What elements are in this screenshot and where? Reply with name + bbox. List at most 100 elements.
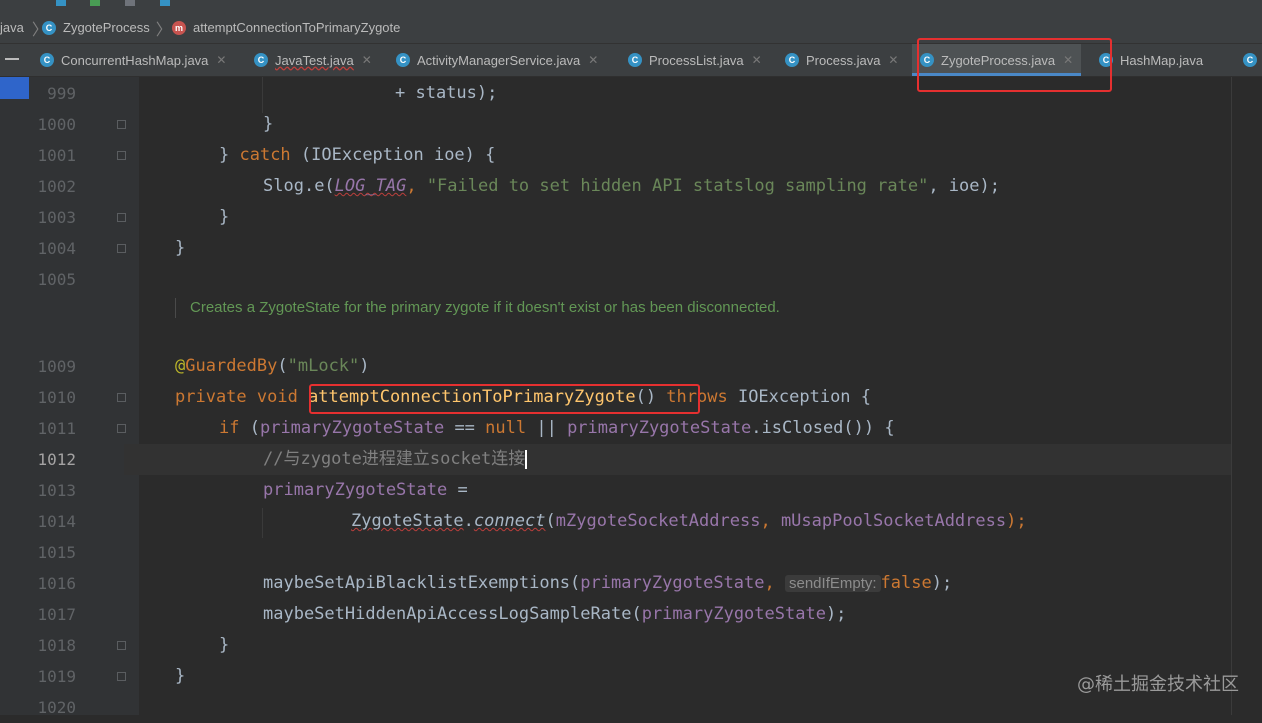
- fold-marker-icon[interactable]: [117, 244, 126, 253]
- code-line-1009[interactable]: @GuardedBy("mLock"): [175, 351, 370, 382]
- breadcrumb-item-method[interactable]: m attemptConnectionToPrimaryZygote: [172, 12, 400, 43]
- field-ref: primaryZygoteState: [641, 604, 826, 624]
- tab-javatest[interactable]: C JavaTest.java ✕: [254, 44, 372, 76]
- code-line-1011[interactable]: if (primaryZygoteState == null || primar…: [219, 413, 895, 444]
- code-text: ==: [444, 418, 486, 438]
- keyword-catch: catch: [239, 145, 291, 165]
- code-text: );: [1006, 511, 1027, 531]
- class-ref: ZygoteState: [351, 511, 464, 531]
- class-icon: C: [628, 53, 642, 67]
- method-icon: m: [172, 20, 186, 35]
- code-line-1004[interactable]: }: [175, 233, 185, 264]
- static-method: connect: [473, 511, 546, 531]
- breadcrumb-item-file[interactable]: java 〉: [0, 12, 48, 43]
- code-text: + status);: [395, 83, 498, 103]
- close-icon[interactable]: ✕: [888, 53, 898, 67]
- close-icon[interactable]: ✕: [362, 53, 372, 67]
- code-line-999[interactable]: + status);: [395, 78, 497, 109]
- keyword-false: false: [880, 573, 932, 593]
- code-line-1000[interactable]: }: [263, 109, 273, 140]
- breadcrumb-item-class[interactable]: C ZygoteProcess 〉: [42, 12, 172, 43]
- toolbar-icon[interactable]: [125, 0, 135, 6]
- fold-marker-icon[interactable]: [117, 641, 126, 650]
- line-number: 1002: [37, 177, 76, 196]
- close-icon[interactable]: ✕: [752, 53, 762, 67]
- fold-marker-icon[interactable]: [117, 393, 126, 402]
- highlight-box-tab: [917, 38, 1112, 92]
- code-text: }: [175, 666, 186, 686]
- field-ref: mUsapPoolSocketAddress: [780, 511, 1007, 531]
- collapse-icon[interactable]: [5, 58, 19, 60]
- indent-guide: [262, 508, 263, 538]
- tab-label: ConcurrentHashMap.java: [61, 52, 209, 68]
- code-text: ): [359, 356, 370, 376]
- code-text: e(: [314, 176, 335, 196]
- line-number: 1003: [37, 208, 76, 227]
- line-number: 1018: [37, 636, 76, 655]
- tab-concurrenthashmap[interactable]: C ConcurrentHashMap.java ✕: [40, 44, 226, 76]
- tab-label: Process.java: [806, 52, 881, 68]
- javadoc-text: Creates a ZygoteState for the primary zy…: [190, 299, 780, 316]
- line-number: 1019: [37, 667, 76, 686]
- line-number: 1000: [37, 115, 76, 134]
- breadcrumb-label: ZygoteProcess: [63, 20, 150, 35]
- code-text: );: [825, 604, 847, 624]
- tab-process[interactable]: C Process.java ✕: [785, 44, 898, 76]
- field-ref: primaryZygoteState: [259, 418, 445, 438]
- code-text: }: [219, 145, 240, 165]
- code-text: IOException {: [737, 387, 872, 407]
- fold-marker-icon[interactable]: [117, 151, 126, 160]
- fold-marker-icon[interactable]: [117, 120, 126, 129]
- code-line-1012[interactable]: //与zygote进程建立socket连接: [263, 444, 528, 475]
- code-line-1018[interactable]: }: [219, 630, 229, 661]
- text-caret: [525, 449, 528, 469]
- line-number-current: 1012: [37, 450, 76, 469]
- active-tool-indicator: [0, 77, 29, 99]
- line-number: 1011: [37, 419, 76, 438]
- code-text: );: [931, 573, 953, 593]
- toolbar-icon[interactable]: [56, 0, 66, 6]
- tool-window-strip: [0, 77, 29, 715]
- method-call: maybeSetApiBlacklistExemptions(: [263, 573, 581, 593]
- tab-hashmap[interactable]: C HashMap.java: [1099, 44, 1203, 76]
- line-number: 1009: [37, 357, 76, 376]
- tab-overflow[interactable]: C: [1243, 44, 1262, 76]
- line-number: 1001: [37, 146, 76, 165]
- keyword-modifiers: private void: [175, 387, 309, 407]
- code-line-1014[interactable]: ZygoteState.connect(mZygoteSocketAddress…: [351, 506, 1027, 537]
- string-literal: "mLock": [287, 356, 360, 376]
- line-number: 1010: [37, 388, 76, 407]
- fold-marker-icon[interactable]: [117, 672, 126, 681]
- line-number: 1014: [37, 512, 76, 531]
- code-line-1013[interactable]: primaryZygoteState =: [263, 475, 468, 506]
- code-line-1017[interactable]: maybeSetHiddenApiAccessLogSampleRate(pri…: [263, 599, 846, 630]
- class-icon: C: [254, 53, 268, 67]
- tab-activitymanagerservice[interactable]: C ActivityManagerService.java ✕: [396, 44, 598, 76]
- code-line-1001[interactable]: } catch (IOException ioe) {: [219, 140, 495, 171]
- fold-marker-icon[interactable]: [117, 424, 126, 433]
- field-ref: primaryZygoteState: [263, 480, 448, 500]
- line-number: 999: [47, 84, 76, 103]
- line-number: 1020: [37, 698, 76, 717]
- toolbar-icon[interactable]: [90, 0, 100, 6]
- tab-processlist[interactable]: C ProcessList.java ✕: [628, 44, 762, 76]
- static-field: LOG_TAG: [334, 176, 407, 196]
- fold-marker-icon[interactable]: [117, 213, 126, 222]
- code-text: .: [463, 511, 474, 531]
- class-icon: C: [396, 53, 410, 67]
- watermark: @稀土掘金技术社区: [1077, 674, 1239, 695]
- toolbar-icon[interactable]: [160, 0, 170, 6]
- line-number: 1004: [37, 239, 76, 258]
- code-text: .isClosed()) {: [751, 418, 895, 438]
- code-text: }: [175, 238, 186, 258]
- code-line-1002[interactable]: Slog.e(LOG_TAG, "Failed to set hidden AP…: [263, 171, 1000, 202]
- close-icon[interactable]: ✕: [216, 53, 226, 67]
- class-icon: C: [40, 53, 54, 67]
- breadcrumb-label: java: [0, 20, 24, 35]
- keyword-null: null: [485, 418, 527, 438]
- close-icon[interactable]: ✕: [588, 53, 598, 67]
- code-line-1003[interactable]: }: [219, 202, 229, 233]
- code-line-1019[interactable]: }: [175, 661, 185, 692]
- code-text: =: [447, 480, 468, 500]
- code-line-1016[interactable]: maybeSetApiBlacklistExemptions(primaryZy…: [263, 568, 952, 599]
